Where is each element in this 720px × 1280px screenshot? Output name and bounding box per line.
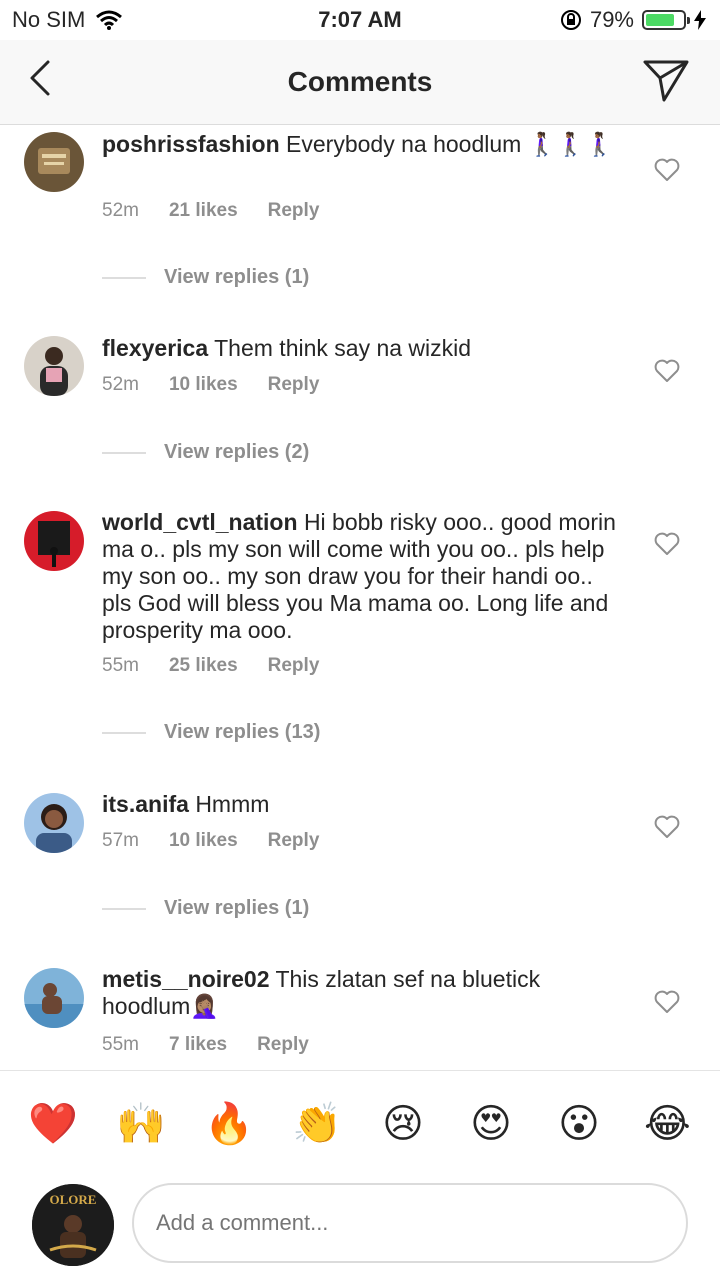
comment-time: 52m [102,374,139,395]
status-bar: No SIM 7:07 AM 79% [0,0,720,40]
heart-icon[interactable] [654,157,680,183]
comments-header: Comments [0,40,720,125]
replies-divider [102,731,146,734]
comment-likes[interactable]: 21 likes [169,200,238,222]
comment-text: metis__noire02 This zlatan sef na blueti… [102,966,622,1020]
emoji-heart[interactable]: ❤️ [28,1101,78,1147]
comment-meta: 57m 10 likes Reply [102,830,319,852]
emoji-tears-of-joy[interactable]: 😂 [644,1101,691,1147]
comment-message: Hmmm [195,791,270,817]
reply-button[interactable]: Reply [268,655,320,677]
emoji-crying-face[interactable]: 😢 [380,1101,426,1147]
emoji-reaction-bar: ❤️ 🙌 🔥 👏 😢 😍 😮 😂 [0,1070,720,1181]
comment-text: flexyerica Them think say na wizkid [102,335,622,362]
comment-meta: 55m 25 likes Reply [102,655,319,677]
my-avatar[interactable]: OLORE [32,1184,114,1266]
emoji-raised-hands[interactable]: 🙌 [116,1101,166,1147]
avatar[interactable] [24,968,84,1028]
view-replies-label[interactable]: View replies (1) [164,266,309,289]
comment-username[interactable]: poshrissfashion [102,131,280,157]
comment-time: 57m [102,830,139,851]
rotation-lock-icon [560,10,581,30]
avatar-logo-text: OLORE [50,1192,97,1207]
comment-message: Them think say na wizkid [214,335,472,361]
comment-likes[interactable]: 10 likes [169,374,238,396]
view-replies-label[interactable]: View replies (2) [164,441,309,464]
view-replies-button[interactable]: View replies (1) [102,266,309,289]
comment-time: 55m [102,1034,139,1055]
comment-text: poshrissfashion Everybody na hoodlum 🚶🏾‍… [102,131,622,158]
heart-icon[interactable] [654,358,680,384]
replies-divider [102,907,146,910]
comment-meta: 52m 10 likes Reply [102,374,319,396]
battery-icon [642,10,690,30]
emoji-surprised-face[interactable]: 😮 [556,1101,602,1147]
heart-icon[interactable] [654,531,680,557]
view-replies-label[interactable]: View replies (1) [164,897,309,920]
comment-username[interactable]: metis__noire02 [102,966,269,992]
avatar[interactable] [24,132,84,192]
comments-list[interactable]: poshrissfashion Everybody na hoodlum 🚶🏾‍… [0,125,720,1069]
replies-divider [102,451,146,454]
emoji-heart-eyes[interactable]: 😍 [468,1101,514,1147]
comment-composer: OLORE [0,1180,720,1280]
comment-likes[interactable]: 25 likes [169,655,238,677]
battery-fill [646,14,675,26]
battery-percent: 79% [589,7,634,32]
comment-likes[interactable]: 10 likes [169,830,238,852]
avatar[interactable] [24,511,84,571]
view-replies-button[interactable]: View replies (2) [102,441,309,464]
comment-message: Everybody na hoodlum 🚶🏾‍♀️🚶🏾‍♀️🚶🏾‍♀️ [286,131,614,157]
comment-text: world_cvtl_nation Hi bobb risky ooo.. go… [102,509,622,644]
replies-divider [102,276,146,279]
paper-plane-icon[interactable] [642,56,690,104]
page-title: Comments [287,66,433,97]
charging-bolt-icon [694,10,706,30]
view-replies-button[interactable]: View replies (1) [102,897,309,920]
emoji-fire[interactable]: 🔥 [204,1101,254,1147]
reply-button[interactable]: Reply [257,1034,309,1056]
comment-likes[interactable]: 7 likes [169,1034,227,1056]
comment-input[interactable] [132,1183,688,1263]
view-replies-button[interactable]: View replies (13) [102,721,320,744]
comment-meta: 52m 21 likes Reply [102,200,319,222]
comment-text: its.anifa Hmmm [102,791,622,818]
comment-username[interactable]: flexyerica [102,335,208,361]
comment-username[interactable]: its.anifa [102,791,189,817]
avatar[interactable] [24,336,84,396]
comment-time: 52m [102,200,139,221]
reply-button[interactable]: Reply [268,830,320,852]
status-right: 79% [560,7,706,33]
heart-icon[interactable] [654,814,680,840]
comment-time: 55m [102,655,139,676]
reply-button[interactable]: Reply [268,200,320,222]
view-replies-label[interactable]: View replies (13) [164,721,320,744]
comment-username[interactable]: world_cvtl_nation [102,509,298,535]
avatar[interactable] [24,793,84,853]
emoji-clapping-hands[interactable]: 👏 [292,1101,342,1147]
heart-icon[interactable] [654,989,680,1015]
reply-button[interactable]: Reply [268,374,320,396]
comment-meta: 55m 7 likes Reply [102,1034,309,1056]
